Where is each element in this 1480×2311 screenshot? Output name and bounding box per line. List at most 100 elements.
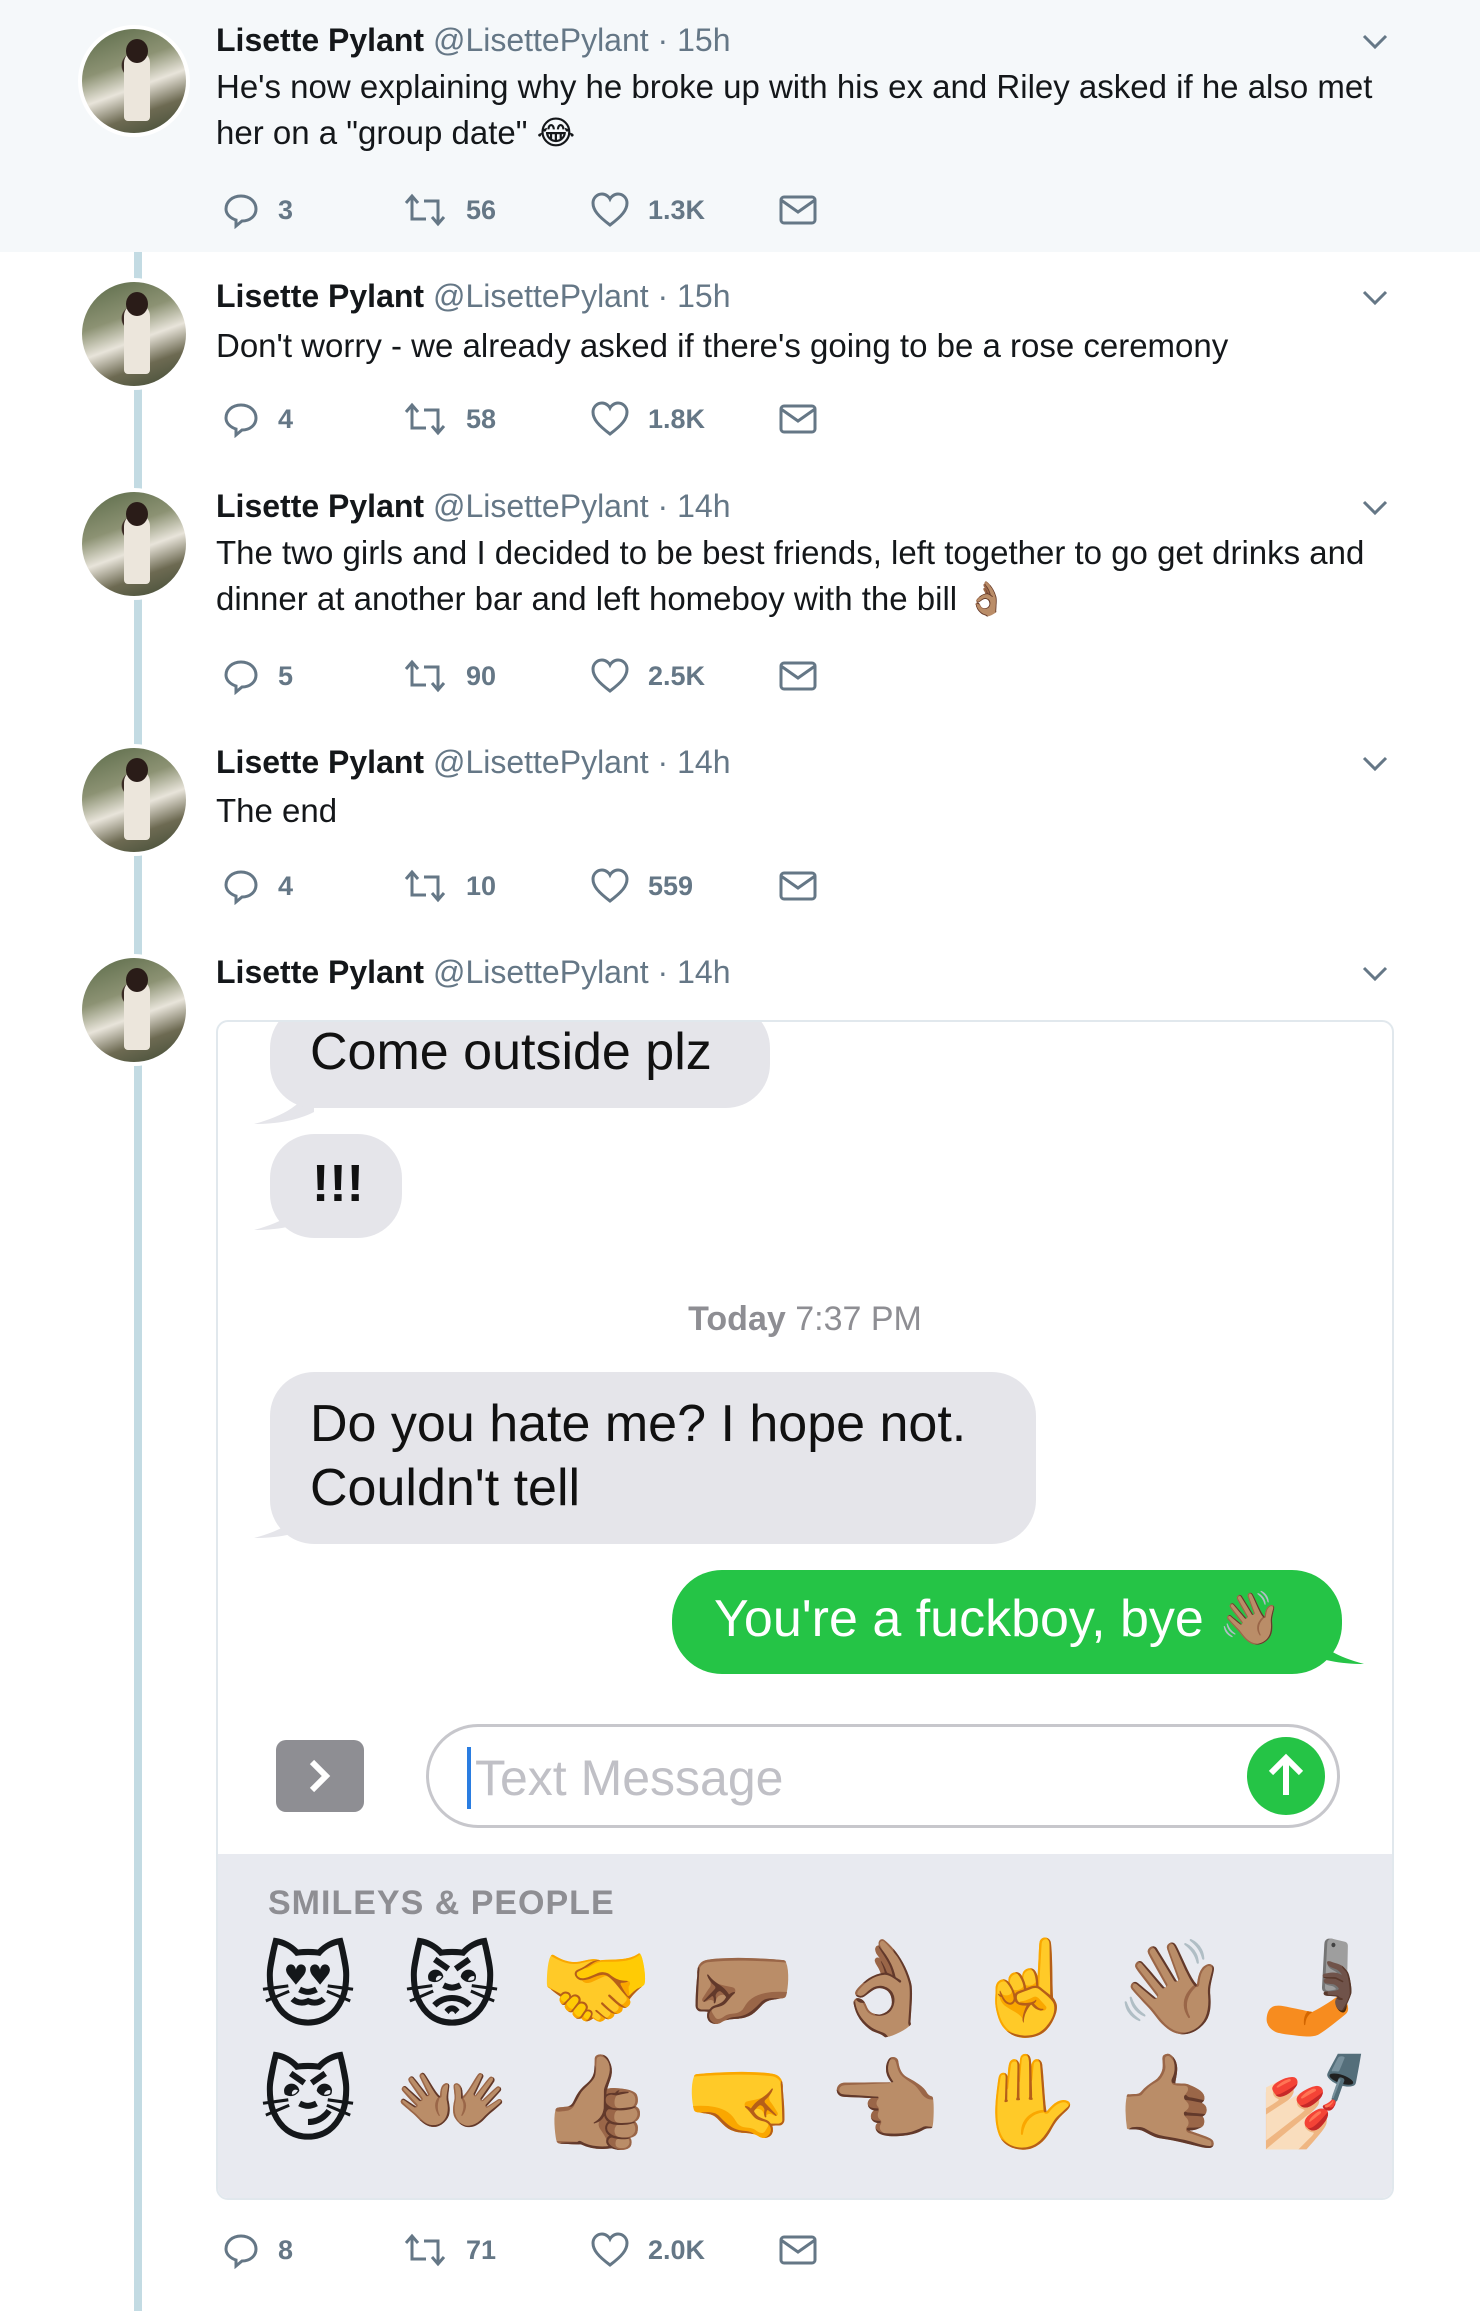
like-icon — [591, 401, 629, 436]
chevron-down-icon[interactable] — [1358, 746, 1392, 780]
avatar[interactable] — [78, 744, 190, 856]
reply-button[interactable]: 8 — [222, 2228, 293, 2272]
emoji-key[interactable]: 😾 — [392, 1938, 512, 2038]
send-arrow-icon — [1268, 1753, 1304, 1795]
retweet-button[interactable]: 90 — [402, 654, 496, 698]
like-button[interactable]: 2.5K — [590, 654, 705, 698]
timestamp[interactable]: · 14h — [658, 954, 731, 990]
handle[interactable]: @LisettePylant — [433, 22, 649, 58]
emoji-key[interactable]: 👍🏽 — [536, 2052, 656, 2152]
retweet-button[interactable]: 10 — [402, 864, 496, 908]
emoji-key[interactable]: ☝️ — [968, 1938, 1088, 2038]
emoji-key[interactable]: 🤙🏽 — [1112, 2052, 1232, 2152]
avatar[interactable] — [78, 954, 190, 1066]
emoji-key[interactable]: 👋🏽 — [1112, 1938, 1232, 2038]
send-button[interactable] — [1247, 1737, 1325, 1815]
message-input[interactable]: Text Message — [426, 1724, 1340, 1828]
direct-message-button[interactable] — [778, 654, 818, 698]
message-text: Come outside plz — [310, 1023, 712, 1081]
avatar[interactable] — [78, 488, 190, 600]
like-button[interactable]: 2.0K — [590, 2228, 705, 2272]
reply-button[interactable]: 4 — [222, 397, 293, 441]
chevron-down-icon[interactable] — [1358, 956, 1392, 990]
emoji-key[interactable]: 🤛🏽 — [680, 1938, 800, 2038]
direct-message-icon — [779, 404, 817, 434]
retweet-icon — [404, 193, 446, 227]
reply-count: 4 — [278, 870, 294, 901]
emoji-key[interactable]: 🤝 — [536, 1938, 656, 2038]
emoji-key[interactable]: 🤳🏿 — [1254, 1938, 1374, 2038]
display-name[interactable]: Lisette Pylant — [216, 954, 424, 990]
reply-button[interactable]: 4 — [222, 864, 293, 908]
handle[interactable]: @LisettePylant — [433, 488, 649, 524]
retweet-count: 58 — [466, 403, 497, 434]
retweet-button[interactable]: 58 — [402, 397, 496, 441]
like-icon — [591, 192, 629, 227]
tweet-actions: 8 71 2.0K — [216, 2228, 818, 2272]
reply-icon — [224, 194, 258, 229]
tweet[interactable]: Lisette Pylant @LisettePylant · 15h Don'… — [0, 252, 1480, 462]
handle[interactable]: @LisettePylant — [433, 954, 649, 990]
emoji-key[interactable]: 👈🏽 — [824, 2052, 944, 2152]
direct-message-icon — [779, 871, 817, 901]
timestamp[interactable]: · 15h — [658, 278, 731, 314]
retweet-button[interactable]: 71 — [402, 2228, 496, 2272]
tweet-header: Lisette Pylant @LisettePylant · 14h — [216, 488, 730, 525]
outgoing-message: You're a fuckboy, bye 👋🏽 — [672, 1570, 1342, 1674]
reply-count: 5 — [278, 660, 294, 691]
chevron-down-icon[interactable] — [1358, 280, 1392, 314]
display-name[interactable]: Lisette Pylant — [216, 744, 424, 780]
reply-button[interactable]: 5 — [222, 654, 293, 698]
display-name[interactable]: Lisette Pylant — [216, 22, 424, 58]
timestamp[interactable]: · 14h — [658, 744, 731, 780]
like-button[interactable]: 1.3K — [590, 188, 705, 232]
emoji-key[interactable]: 😼 — [248, 2052, 368, 2152]
emoji-key[interactable]: 👌🏽 — [824, 1938, 944, 2038]
retweet-icon — [404, 659, 446, 693]
emoji-key[interactable]: 😻 — [248, 1938, 368, 2038]
direct-message-icon — [779, 2235, 817, 2265]
tweet[interactable]: Lisette Pylant @LisettePylant · 15h He's… — [0, 0, 1480, 252]
direct-message-button[interactable] — [778, 2228, 818, 2272]
tweet-media-image[interactable]: Come outside plz !!! Today 7:37 PM Do yo… — [216, 1020, 1394, 2200]
direct-message-button[interactable] — [778, 188, 818, 232]
like-count: 1.3K — [648, 194, 706, 225]
reply-button[interactable]: 3 — [222, 188, 293, 232]
tweet-text: The end — [216, 792, 338, 829]
display-name[interactable]: Lisette Pylant — [216, 278, 424, 314]
tweet-text: The two girls and I decided to be best f… — [216, 534, 1365, 617]
tweet-actions: 5 90 2.5K — [216, 654, 818, 698]
handle[interactable]: @LisettePylant — [433, 278, 649, 314]
retweet-icon — [404, 869, 446, 903]
app-drawer-button[interactable] — [276, 1740, 364, 1812]
reply-icon — [224, 870, 258, 905]
emoji-key[interactable]: 💅🏻 — [1254, 2052, 1374, 2152]
direct-message-button[interactable] — [778, 864, 818, 908]
chevron-down-icon[interactable] — [1358, 24, 1392, 58]
retweet-button[interactable]: 56 — [402, 188, 496, 232]
emoji-keyboard: SMILEYS & PEOPLE 😻 😾 🤝 🤛🏽 👌🏽 ☝️ 👋🏽 🤳🏿 😼 … — [218, 1854, 1392, 2198]
emoji-key[interactable]: 🤜 — [680, 2052, 800, 2152]
handle[interactable]: @LisettePylant — [433, 744, 649, 780]
timestamp-time: 7:37 PM — [795, 1300, 922, 1338]
chevron-down-icon[interactable] — [1358, 490, 1392, 524]
avatar[interactable] — [78, 278, 190, 390]
timestamp[interactable]: · 14h — [658, 488, 731, 524]
like-button[interactable]: 559 — [590, 864, 693, 908]
like-button[interactable]: 1.8K — [590, 397, 705, 441]
display-name[interactable]: Lisette Pylant — [216, 488, 424, 524]
direct-message-icon — [779, 195, 817, 225]
timestamp[interactable]: · 15h — [658, 22, 731, 58]
tweet[interactable]: Lisette Pylant @LisettePylant · 14h The … — [0, 462, 1480, 718]
like-count: 2.0K — [648, 2234, 706, 2265]
tweet[interactable]: Lisette Pylant @LisettePylant · 14h The … — [0, 718, 1480, 928]
retweet-icon — [404, 402, 446, 436]
tweet-text: He's now explaining why he broke up with… — [216, 68, 1373, 151]
reply-icon — [224, 2234, 258, 2269]
direct-message-icon — [779, 661, 817, 691]
reply-icon — [224, 403, 258, 438]
emoji-key[interactable]: ✋ — [968, 2052, 1088, 2152]
direct-message-button[interactable] — [778, 397, 818, 441]
emoji-key[interactable]: 👐🏽 — [392, 2052, 512, 2152]
avatar[interactable] — [78, 25, 190, 137]
